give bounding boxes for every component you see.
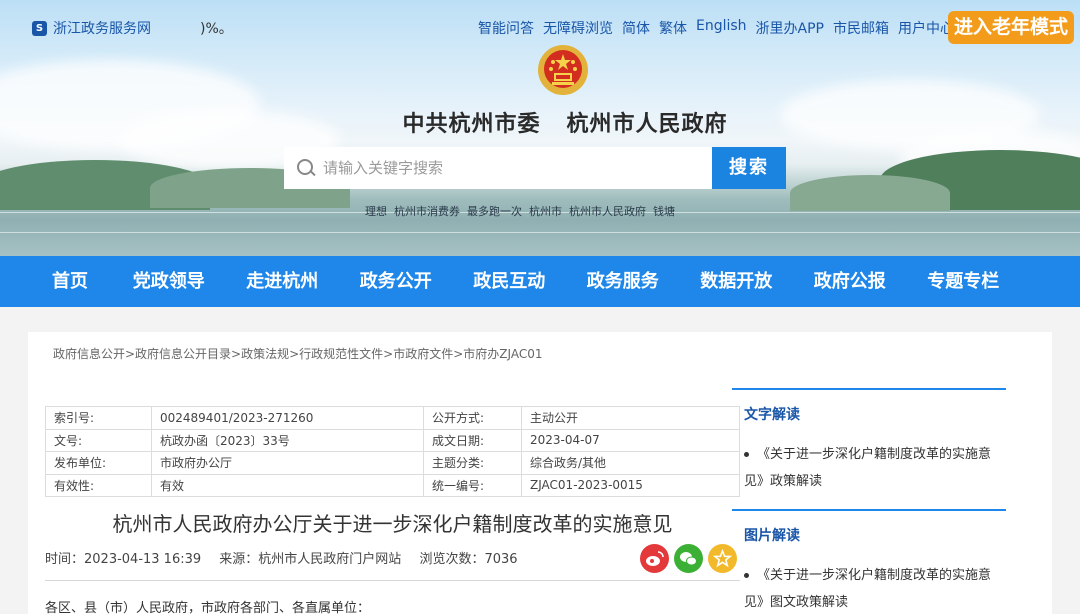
table-cell: 有效性: xyxy=(45,473,152,497)
doc-info-table: 索引号: 002489401/2023-271260 公开方式: 主动公开 文号… xyxy=(45,406,740,497)
top-link-traditional[interactable]: 繁体 xyxy=(659,18,687,38)
nav-interaction[interactable]: 政民互动 xyxy=(453,256,567,307)
top-links: 智能问答 无障碍浏览 简体 繁体 English 浙里办APP 市民邮箱 用户中… xyxy=(478,18,954,38)
table-cell: 2023-04-07 xyxy=(521,428,740,452)
hotword[interactable]: 杭州市 xyxy=(529,203,562,219)
view-count: 浏览次数：7036 xyxy=(419,552,518,567)
table-row: 发布单位: 市政府办公厅 主题分类: 综合政务/其他 xyxy=(45,451,740,475)
zhejiang-logo-icon: S xyxy=(32,20,47,36)
text-interpretation-label: 《关于进一步深化户籍制度改革的实施意见》政策解读 xyxy=(744,447,992,489)
hotword[interactable]: 杭州市人民政府 xyxy=(569,203,646,219)
top-link-simplified[interactable]: 简体 xyxy=(622,18,650,38)
share-bar xyxy=(640,544,737,573)
nav-leaders[interactable]: 党政领导 xyxy=(112,256,226,307)
top-link-accessibility[interactable]: 无障碍浏览 xyxy=(543,18,613,38)
scrolling-notice: )%。 xyxy=(200,21,233,37)
text-interpretation-heading: 文字解读 xyxy=(744,407,800,423)
document-meta: 时间：2023-04-13 16:39 来源：杭州市人民政府门户网站 浏览次数：… xyxy=(45,548,532,567)
table-cell: 主动公开 xyxy=(521,406,740,430)
nav-home[interactable]: 首页 xyxy=(28,256,112,307)
document-title: 杭州市人民政府办公厅关于进一步深化户籍制度改革的实施意见 xyxy=(112,512,673,536)
zhejiang-gov-link[interactable]: S 浙江政务服务网 xyxy=(32,18,151,38)
document-source: 来源：杭州市人民政府门户网站 xyxy=(219,552,402,567)
search-box xyxy=(284,147,712,189)
top-link-user-center[interactable]: 用户中心 xyxy=(898,18,954,38)
weibo-share-icon[interactable] xyxy=(640,544,669,573)
national-emblem-icon xyxy=(538,45,588,95)
table-cell: 公开方式: xyxy=(423,406,522,430)
table-cell: 发布单位: xyxy=(45,451,152,475)
hot-keywords: 理想 杭州市消费券 最多跑一次 杭州市 杭州市人民政府 钱塘 xyxy=(365,203,675,219)
nav-services[interactable]: 政务服务 xyxy=(566,256,680,307)
top-link-app[interactable]: 浙里办APP xyxy=(756,18,824,38)
top-link-english[interactable]: English xyxy=(696,18,747,38)
divider xyxy=(45,580,740,581)
table-cell: 成文日期: xyxy=(423,428,522,452)
table-cell: 统一编号: xyxy=(423,473,522,497)
top-link-mail[interactable]: 市民邮箱 xyxy=(833,18,889,38)
table-cell: 杭政办函〔2023〕33号 xyxy=(151,428,424,452)
search-input[interactable] xyxy=(323,159,693,177)
nav-open-data[interactable]: 数据开放 xyxy=(680,256,794,307)
page-title: 中共杭州市委 杭州市人民政府 xyxy=(402,112,728,137)
table-cell: ZJAC01-2023-0015 xyxy=(521,473,740,497)
breadcrumb[interactable]: 政府信息公开>政府信息公开目录>政策法规>行政规范性文件>市政府文件>市府办ZJ… xyxy=(53,345,542,362)
nav-bulletin[interactable]: 政府公报 xyxy=(793,256,907,307)
bullet-icon xyxy=(744,573,749,578)
table-cell: 文号: xyxy=(45,428,152,452)
table-cell: 主题分类: xyxy=(423,451,522,475)
table-cell: 索引号: xyxy=(45,406,152,430)
wechat-share-icon[interactable] xyxy=(674,544,703,573)
table-cell: 有效 xyxy=(151,473,424,497)
hotword[interactable]: 最多跑一次 xyxy=(467,203,522,219)
image-interpretation-label: 《关于进一步深化户籍制度改革的实施意见》图文政策解读 xyxy=(744,568,992,610)
hotword[interactable]: 理想 xyxy=(365,203,387,219)
text-interpretation-link[interactable]: 《关于进一步深化户籍制度改革的实施意见》政策解读 xyxy=(732,424,1006,495)
top-link-qa[interactable]: 智能问答 xyxy=(478,18,534,38)
nav-about-hangzhou[interactable]: 走进杭州 xyxy=(226,256,340,307)
text-interpretation-panel: 文字解读 《关于进一步深化户籍制度改革的实施意见》政策解读 xyxy=(732,388,1006,495)
table-cell: 市政府办公厅 xyxy=(151,451,424,475)
table-cell: 综合政务/其他 xyxy=(521,451,740,475)
search-button[interactable]: 搜索 xyxy=(712,147,786,189)
table-row: 文号: 杭政办函〔2023〕33号 成文日期: 2023-04-07 xyxy=(45,428,740,452)
publish-time: 时间：2023-04-13 16:39 xyxy=(45,552,202,567)
bullet-icon xyxy=(744,452,749,457)
table-cell: 002489401/2023-271260 xyxy=(151,406,424,430)
table-row: 索引号: 002489401/2023-271260 公开方式: 主动公开 xyxy=(45,406,740,430)
table-row: 有效性: 有效 统一编号: ZJAC01-2023-0015 xyxy=(45,473,740,497)
search-icon xyxy=(297,159,315,177)
image-interpretation-panel: 图片解读 《关于进一步深化户籍制度改革的实施意见》图文政策解读 xyxy=(732,509,1006,614)
document-body: 各区、县（市）人民政府，市政府各部门、各直属单位： xyxy=(45,601,371,614)
hotword[interactable]: 杭州市消费券 xyxy=(394,203,460,219)
image-interpretation-heading: 图片解读 xyxy=(744,528,800,544)
hotword[interactable]: 钱塘 xyxy=(653,203,675,219)
image-interpretation-link[interactable]: 《关于进一步深化户籍制度改革的实施意见》图文政策解读 xyxy=(732,545,1006,614)
nav-topics[interactable]: 专题专栏 xyxy=(907,256,1021,307)
elder-mode-button[interactable]: 进入老年模式 xyxy=(947,11,1074,44)
site-name: 浙江政务服务网 xyxy=(53,21,151,37)
nav-gov-open[interactable]: 政务公开 xyxy=(339,256,453,307)
main-nav: 首页 党政领导 走进杭州 政务公开 政民互动 政务服务 数据开放 政府公报 专题… xyxy=(0,256,1080,307)
